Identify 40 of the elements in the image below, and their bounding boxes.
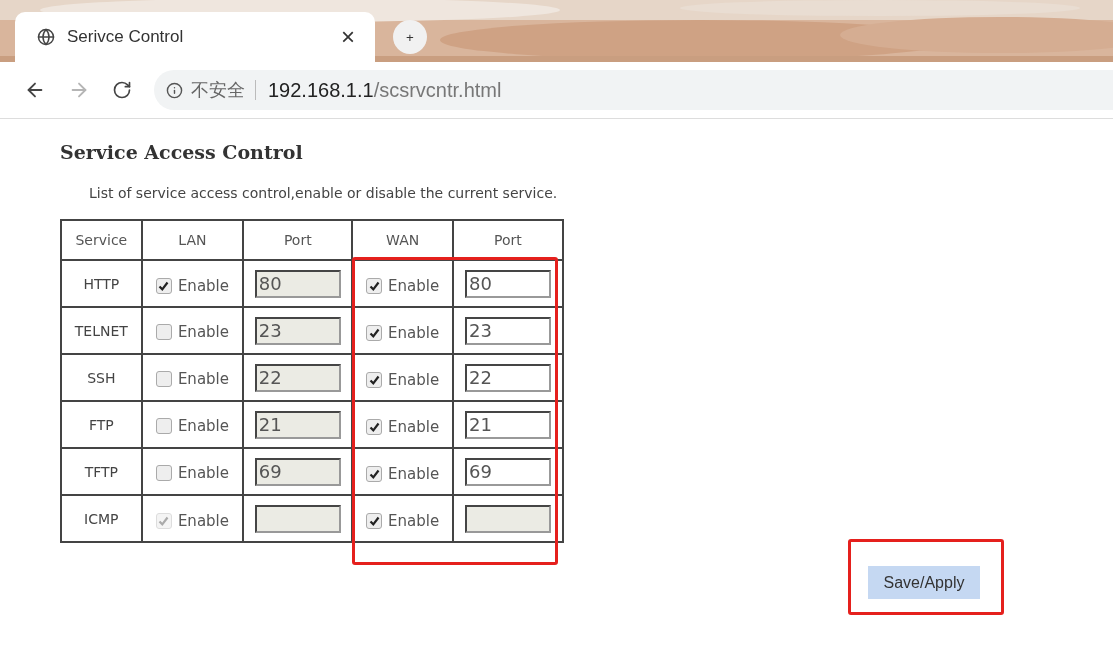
checkbox-icon <box>366 371 383 388</box>
service-name: ICMP <box>61 495 142 542</box>
reload-button[interactable] <box>112 80 132 100</box>
column-header: Port <box>243 220 353 260</box>
service-name: SSH <box>61 354 142 401</box>
checkbox-icon <box>155 464 172 481</box>
tab-title: Serivce Control <box>67 27 185 47</box>
port-field[interactable]: 80 <box>465 269 551 298</box>
description-text: List of service access control,enable or disable the current service. <box>89 185 559 201</box>
port-field[interactable]: 21 <box>465 410 551 439</box>
close-tab-button[interactable]: × <box>335 23 361 51</box>
checkbox-icon <box>366 277 383 294</box>
service-name: TELNET <box>61 307 142 354</box>
page-title: Service Access Control <box>60 141 304 163</box>
service-name: FTP <box>61 401 142 448</box>
checkbox-icon <box>366 512 383 529</box>
column-header: WAN <box>352 220 453 260</box>
checkbox-icon <box>366 418 383 435</box>
checkbox-icon <box>155 370 172 387</box>
column-header: LAN <box>141 220 244 260</box>
checkbox-icon <box>366 465 383 482</box>
globe-icon <box>37 28 55 46</box>
address-bar[interactable]: 不安全 192.168.1.1/scsrvcntr.html <box>154 70 1113 110</box>
info-icon <box>166 81 183 99</box>
port-field[interactable]: 23 <box>465 316 551 345</box>
browser-tab[interactable]: Serivce Control × <box>15 12 375 62</box>
checkbox-icon <box>155 277 172 294</box>
url-text: 192.168.1.1/scsrvcntr.html <box>268 78 502 102</box>
save-apply-button[interactable]: Save/Apply <box>868 566 980 599</box>
port-field[interactable]: 22 <box>465 363 551 392</box>
checkbox-icon <box>366 324 383 341</box>
checkbox-icon <box>155 512 172 529</box>
column-header: Port <box>452 220 563 260</box>
port-field[interactable]: 69 <box>465 457 551 486</box>
checkbox-icon <box>155 323 172 340</box>
column-header: Service <box>61 220 142 260</box>
checkbox-icon <box>155 417 172 434</box>
service-name: TFTP <box>61 448 142 495</box>
security-label: 不安全 <box>191 80 256 100</box>
service-name: HTTP <box>61 260 142 307</box>
